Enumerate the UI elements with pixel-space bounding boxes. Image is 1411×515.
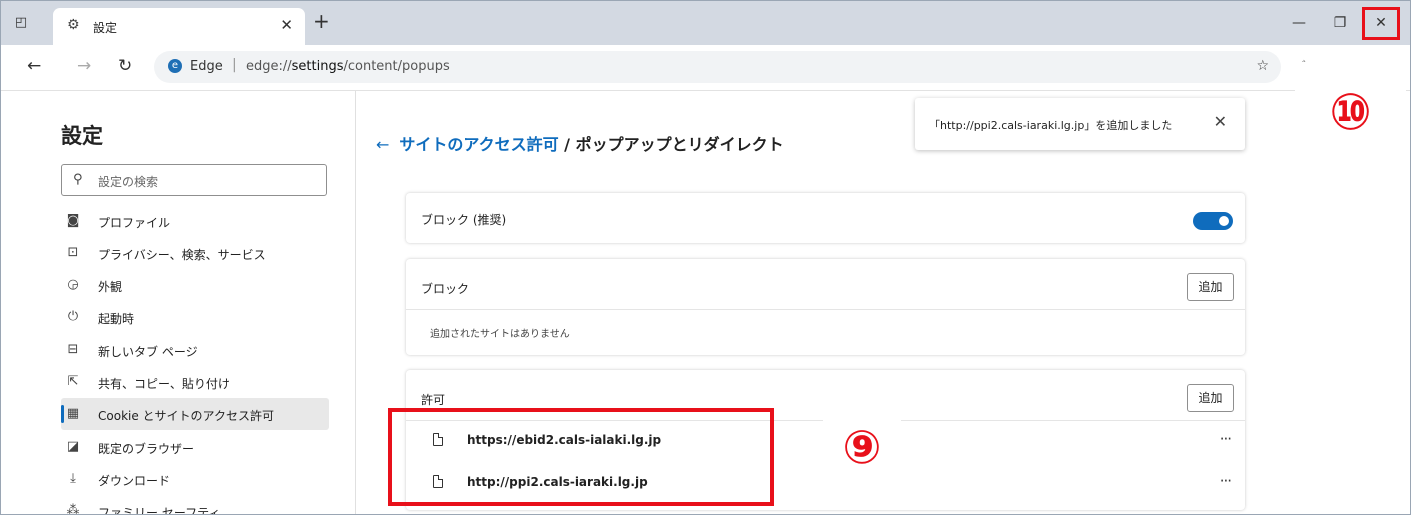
- refresh-icon[interactable]: ↻: [118, 56, 132, 76]
- block-section-title: ブロック: [421, 282, 470, 296]
- sidebar-item-label: 既定のブラウザー: [98, 442, 195, 456]
- toolbar: ← → ↻ e Edge | edge://settings/content/p…: [1, 45, 1410, 91]
- gear-icon: ⚙: [67, 17, 80, 33]
- address-bar[interactable]: e Edge | edge://settings/content/popups …: [154, 51, 1281, 83]
- sidebar-item[interactable]: ⇱ 共有、コピー、貼り付け: [61, 366, 329, 398]
- more-options-icon[interactable]: ···: [1220, 472, 1232, 490]
- sidebar-item[interactable]: ◶ 外観: [61, 269, 329, 301]
- address-url: edge://settings/content/popups: [246, 59, 450, 74]
- forward-icon[interactable]: →: [77, 56, 91, 76]
- more-options-icon[interactable]: ···: [1220, 430, 1232, 448]
- block-recommended-label: ブロック (推奨): [421, 213, 507, 227]
- url-prefix: edge://: [246, 59, 292, 74]
- profile-icon: ◙: [66, 213, 80, 228]
- tab-settings[interactable]: ⚙ 設定 ✕: [53, 8, 305, 45]
- back-arrow-icon[interactable]: ←: [376, 135, 389, 154]
- sidebar-item[interactable]: ⁂ ファミリー セーフティ: [61, 495, 329, 515]
- appearance-icon: ◶: [67, 277, 79, 292]
- new-tab-button[interactable]: +: [313, 11, 330, 31]
- settings-sidebar: 設定 ⚲ 設定の検索 ◙ プロファイル ⊡ プライバシー、検索、サービス ◶ 外観 ⏻ 起動時…: [1, 91, 356, 515]
- sidebar-item-label: プロファイル: [98, 216, 171, 230]
- sidebar-item[interactable]: ◪ 既定のブラウザー: [61, 431, 329, 463]
- close-button-highlight: [1362, 7, 1400, 40]
- sidebar-item[interactable]: ⤓ ダウンロード: [61, 463, 329, 495]
- block-card: ブロック 追加 追加されたサイトはありません: [406, 259, 1245, 355]
- toast-close-icon[interactable]: ✕: [1214, 112, 1227, 131]
- block-add-button[interactable]: 追加: [1187, 273, 1234, 301]
- block-toggle[interactable]: [1193, 212, 1233, 230]
- address-separator: |: [232, 57, 237, 73]
- sidebar-item[interactable]: ⏻ 起動時: [61, 301, 329, 333]
- block-recommended-card: ブロック (推奨): [406, 193, 1245, 243]
- sidebar-item[interactable]: ⊡ プライバシー、検索、サービス: [61, 237, 329, 269]
- page-title: ポップアップとリダイレクト: [575, 135, 784, 154]
- url-path: /content/popups: [343, 59, 450, 74]
- restore-button[interactable]: ❐: [1323, 8, 1357, 38]
- allow-add-button[interactable]: 追加: [1187, 384, 1234, 412]
- allow-section-title: 許可: [421, 393, 446, 407]
- address-brand: Edge: [190, 59, 223, 74]
- search-icon: ⚲: [73, 172, 83, 187]
- sidebar-item[interactable]: ▦ Cookie とサイトのアクセス許可: [61, 398, 329, 430]
- default-browser-icon: ◪: [66, 439, 80, 454]
- back-icon[interactable]: ←: [27, 56, 41, 76]
- sidebar-item-label: 起動時: [98, 312, 135, 326]
- power-icon: ⏻: [67, 309, 79, 324]
- sidebar-item-label: ファミリー セーフティ: [98, 506, 221, 515]
- notification-toast: 「http://ppi2.cals-iaraki.lg.jp」を追加しました ✕: [915, 98, 1245, 150]
- search-placeholder: 設定の検索: [98, 175, 159, 189]
- block-empty-text: 追加されたサイトはありません: [430, 329, 570, 340]
- annotation-label-9: ⑨: [823, 419, 901, 475]
- sidebar-item-label: 共有、コピー、貼り付け: [98, 377, 230, 391]
- breadcrumb-separator: /: [558, 135, 576, 154]
- search-input[interactable]: ⚲ 設定の検索: [61, 164, 327, 196]
- cookie-icon: ▦: [66, 406, 80, 421]
- edge-logo-icon: e: [168, 59, 182, 73]
- divider: [406, 309, 1245, 310]
- url-host: settings: [291, 59, 344, 74]
- sidebar-item-label: 外観: [98, 280, 123, 294]
- add-favorite-icon[interactable]: ☆: [1256, 58, 1269, 74]
- breadcrumb: ← サイトのアクセス許可 / ポップアップとリダイレクト: [376, 131, 784, 155]
- minimize-button[interactable]: —: [1282, 8, 1316, 38]
- tab-actions-icon[interactable]: ◰: [13, 15, 29, 31]
- lock-icon: ⊡: [67, 245, 79, 260]
- tab-title: 設定: [93, 21, 118, 35]
- breadcrumb-link[interactable]: サイトのアクセス許可: [399, 135, 558, 154]
- sidebar-item[interactable]: ⊟ 新しいタブ ページ: [61, 334, 329, 366]
- sidebar-item-label: 新しいタブ ページ: [98, 345, 198, 359]
- family-icon: ⁂: [66, 503, 80, 515]
- browser-window: ◰ ⚙ 設定 ✕ + — ❐ ✕ ← → ↻ e Edge | edge://s…: [0, 0, 1411, 515]
- toast-message: 「http://ppi2.cals-iaraki.lg.jp」を追加しました: [929, 119, 1173, 132]
- sidebar-item-label: ダウンロード: [98, 474, 171, 488]
- tab-strip: ◰ ⚙ 設定 ✕ + — ❐ ✕: [1, 1, 1410, 45]
- tab-close-icon[interactable]: ✕: [280, 16, 293, 34]
- new-tab-icon: ⊟: [67, 342, 79, 357]
- sidebar-item[interactable]: ◙ プロファイル: [61, 205, 329, 237]
- sidebar-item-label: Cookie とサイトのアクセス許可: [98, 409, 274, 423]
- allowed-sites-highlight: [388, 408, 774, 506]
- sidebar-item-label: プライバシー、検索、サービス: [98, 248, 266, 262]
- annotation-label-10: ⑩: [1295, 62, 1406, 162]
- sidebar-title: 設定: [61, 124, 103, 148]
- share-icon: ⇱: [67, 374, 79, 389]
- download-icon: ⤓: [70, 471, 76, 486]
